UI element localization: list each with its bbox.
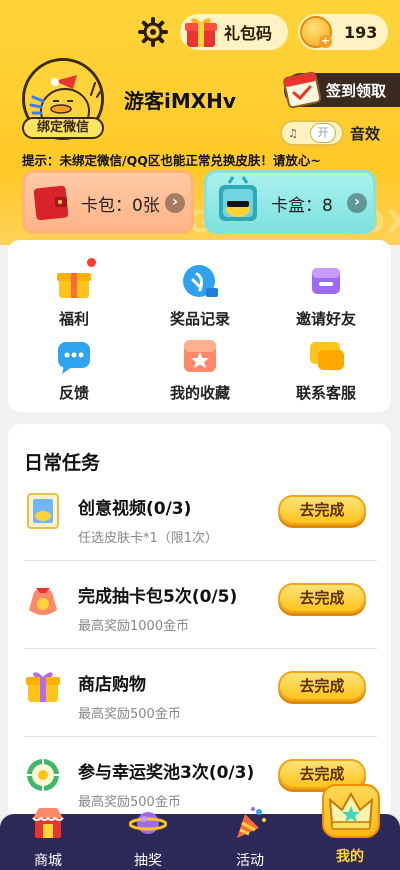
sound-toggle-knob: 开 xyxy=(309,123,336,143)
menu-item-welfare[interactable]: 福利 xyxy=(24,258,124,329)
gear-icon[interactable] xyxy=(138,17,168,47)
lucky-bag-icon xyxy=(29,588,57,615)
task-desc: 最高奖励1000金币 xyxy=(78,619,190,634)
tab-label: 活动 xyxy=(236,853,264,869)
menu-item-label: 福利 xyxy=(58,310,89,328)
task-item: 完成抽卡包5次(0/5) 最高奖励1000金币 去完成 xyxy=(8,578,391,666)
menu-item-customer-service[interactable]: 联系客服 xyxy=(276,336,376,403)
task-desc: 任选皮肤卡*1（限1次） xyxy=(78,531,219,546)
task-go-button[interactable]: 去完成 xyxy=(278,495,366,525)
tasks-title: 日常任务 xyxy=(24,452,101,474)
task-name: 创意视频(0/3) xyxy=(78,499,192,519)
coin-count: 193 xyxy=(344,22,378,42)
tab-lottery[interactable]: 抽奖 xyxy=(103,812,193,870)
chevron-right-icon: › xyxy=(165,193,185,213)
record-icon xyxy=(180,262,220,302)
card-pack-button[interactable]: 卡包：0张 › xyxy=(22,170,194,234)
planet-icon xyxy=(128,812,168,834)
tab-shop[interactable]: 商城 xyxy=(3,808,93,870)
card-pack-label: 卡包：0张 xyxy=(81,196,160,216)
tab-label: 抽奖 xyxy=(134,853,162,869)
sound-setting: ♫ 开 音效 xyxy=(280,120,380,146)
tab-mine-highlight[interactable] xyxy=(322,784,380,838)
card-box-button[interactable]: 卡盒：8 › xyxy=(204,170,376,234)
menu-item-invite-friends[interactable]: 邀请好友 xyxy=(276,262,376,329)
gift-code-label: 礼包码 xyxy=(224,24,273,43)
lucky-pool-icon xyxy=(27,759,59,791)
gift-code-button[interactable]: 礼包码 xyxy=(180,14,288,50)
menu-item-label: 我的收藏 xyxy=(169,384,230,402)
task-desc: 最高奖励500金币 xyxy=(78,707,181,722)
task-name: 商店购物 xyxy=(78,675,146,695)
crown-icon xyxy=(328,791,374,830)
gift-icon xyxy=(185,18,217,47)
card-box-label: 卡盒：8 xyxy=(271,196,333,216)
menu-item-feedback[interactable]: 反馈 xyxy=(24,336,124,403)
username: 游客iMXHv xyxy=(124,89,236,113)
task-item: 创意视频(0/3) 任选皮肤卡*1（限1次） 去完成 xyxy=(8,490,391,578)
wallet-icon xyxy=(33,185,69,221)
task-go-button[interactable]: 去完成 xyxy=(278,671,366,701)
divider xyxy=(24,736,377,737)
notification-dot xyxy=(87,258,96,267)
divider xyxy=(24,560,377,561)
favorite-icon xyxy=(180,336,220,376)
divider xyxy=(24,648,377,649)
video-card-icon xyxy=(27,493,59,529)
tab-activity[interactable]: 活动 xyxy=(205,807,295,870)
daily-tasks: 日常任务 创意视频(0/3) 任选皮肤卡*1（限1次） 去完成 完成抽卡包5次(… xyxy=(8,424,391,844)
chevron-right-icon: › xyxy=(347,193,367,213)
gift-box-icon xyxy=(54,258,96,302)
party-icon xyxy=(237,807,266,838)
menu-item-label: 奖品记录 xyxy=(169,310,230,328)
coin-icon xyxy=(300,16,332,48)
music-note-icon: ♫ xyxy=(288,126,298,140)
coin-balance[interactable]: 193 xyxy=(298,14,388,50)
tab-label: 商城 xyxy=(34,853,62,869)
menu-item-label: 联系客服 xyxy=(295,384,356,402)
customer-service-icon xyxy=(306,336,346,376)
feature-menu: 福利 奖品记录 邀请好友 反馈 我的收藏 联系客服 xyxy=(8,240,391,412)
calendar-icon xyxy=(283,71,322,109)
tab-label: 我的 xyxy=(336,849,364,865)
menu-item-label: 邀请好友 xyxy=(295,310,356,328)
task-item: 商店购物 最高奖励500金币 去完成 xyxy=(8,666,391,754)
menu-item-prize-records[interactable]: 奖品记录 xyxy=(150,262,250,329)
checkin-label: 签到领取 xyxy=(326,81,387,100)
feedback-icon xyxy=(54,336,94,376)
tip-text: 提示：未绑定微信/QQ区也能正常兑换皮肤！请放心~ xyxy=(22,153,321,168)
bind-wechat-button[interactable]: 绑定微信 xyxy=(22,117,104,139)
invite-icon xyxy=(306,262,346,302)
task-name: 参与幸运奖池3次(0/3) xyxy=(78,763,255,783)
sound-toggle[interactable]: ♫ 开 xyxy=(280,120,344,146)
sound-label: 音效 xyxy=(350,124,381,143)
shop-gift-icon xyxy=(26,672,60,702)
task-go-button[interactable]: 去完成 xyxy=(278,583,366,613)
shop-icon xyxy=(32,808,64,838)
menu-item-favorites[interactable]: 我的收藏 xyxy=(150,336,250,403)
card-box-icon xyxy=(219,176,257,221)
checkin-button[interactable]: 签到领取 xyxy=(283,71,400,109)
menu-item-label: 反馈 xyxy=(58,384,89,402)
task-name: 完成抽卡包5次(0/5) xyxy=(78,587,238,607)
